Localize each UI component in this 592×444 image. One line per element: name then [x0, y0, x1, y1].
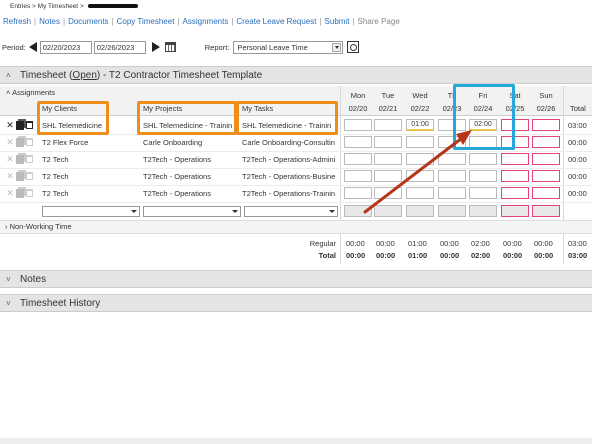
- annotation-arrow: [363, 130, 472, 214]
